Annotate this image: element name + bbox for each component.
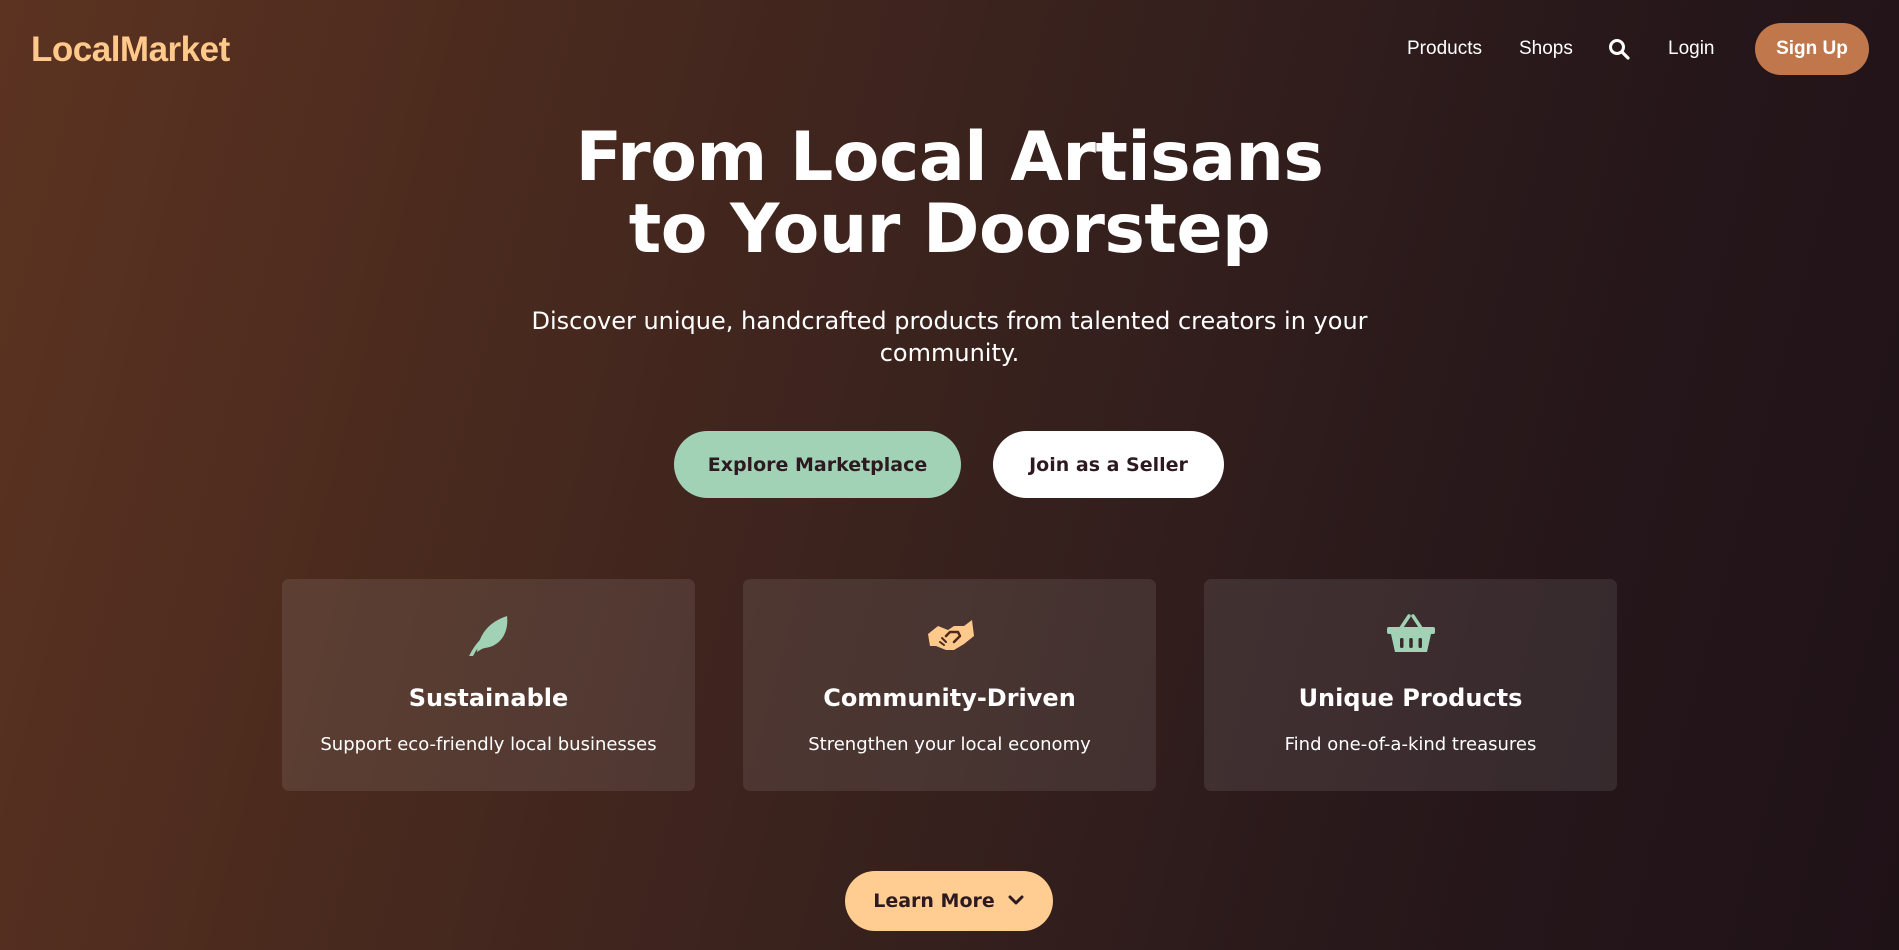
feature-title: Community-Driven xyxy=(823,684,1076,712)
feature-title: Sustainable xyxy=(408,684,569,712)
chevron-down-icon xyxy=(1007,890,1025,912)
top-navigation: LocalMarket Products Shops Login Sign Up xyxy=(0,0,1899,100)
basket-icon xyxy=(1385,612,1437,656)
hero-title-line-2: to Your Doorstep xyxy=(628,190,1271,269)
nav-link-shops[interactable]: Shops xyxy=(1519,38,1573,60)
hero-title-line-1: From Local Artisans xyxy=(575,118,1324,197)
feature-text: Support eco-friendly local businesses xyxy=(320,734,657,755)
leaf-icon xyxy=(463,612,515,656)
explore-marketplace-button[interactable]: Explore Marketplace xyxy=(674,431,961,498)
feature-text: Strengthen your local economy xyxy=(808,734,1091,755)
feature-card-unique-products: Unique Products Find one-of-a-kind treas… xyxy=(1204,579,1617,791)
feature-card-community: Community-Driven Strengthen your local e… xyxy=(743,579,1156,791)
nav-link-login[interactable]: Login xyxy=(1668,38,1715,60)
feature-text: Find one-of-a-kind treasures xyxy=(1284,734,1537,755)
feature-card-sustainable: Sustainable Support eco-friendly local b… xyxy=(282,579,695,791)
signup-button[interactable]: Sign Up xyxy=(1755,23,1869,75)
logo[interactable]: LocalMarket xyxy=(31,30,230,70)
feature-title: Unique Products xyxy=(1298,684,1523,712)
learn-more-label: Learn More xyxy=(873,890,995,912)
handshake-icon xyxy=(924,612,976,656)
hero-subtitle: Discover unique, handcrafted products fr… xyxy=(531,307,1368,367)
hero-title: From Local Artisans to Your Doorstep xyxy=(0,122,1899,266)
search-icon[interactable] xyxy=(1607,37,1631,61)
join-as-seller-button[interactable]: Join as a Seller xyxy=(993,431,1224,498)
learn-more-button[interactable]: Learn More xyxy=(845,871,1053,931)
nav-link-products[interactable]: Products xyxy=(1407,38,1482,60)
